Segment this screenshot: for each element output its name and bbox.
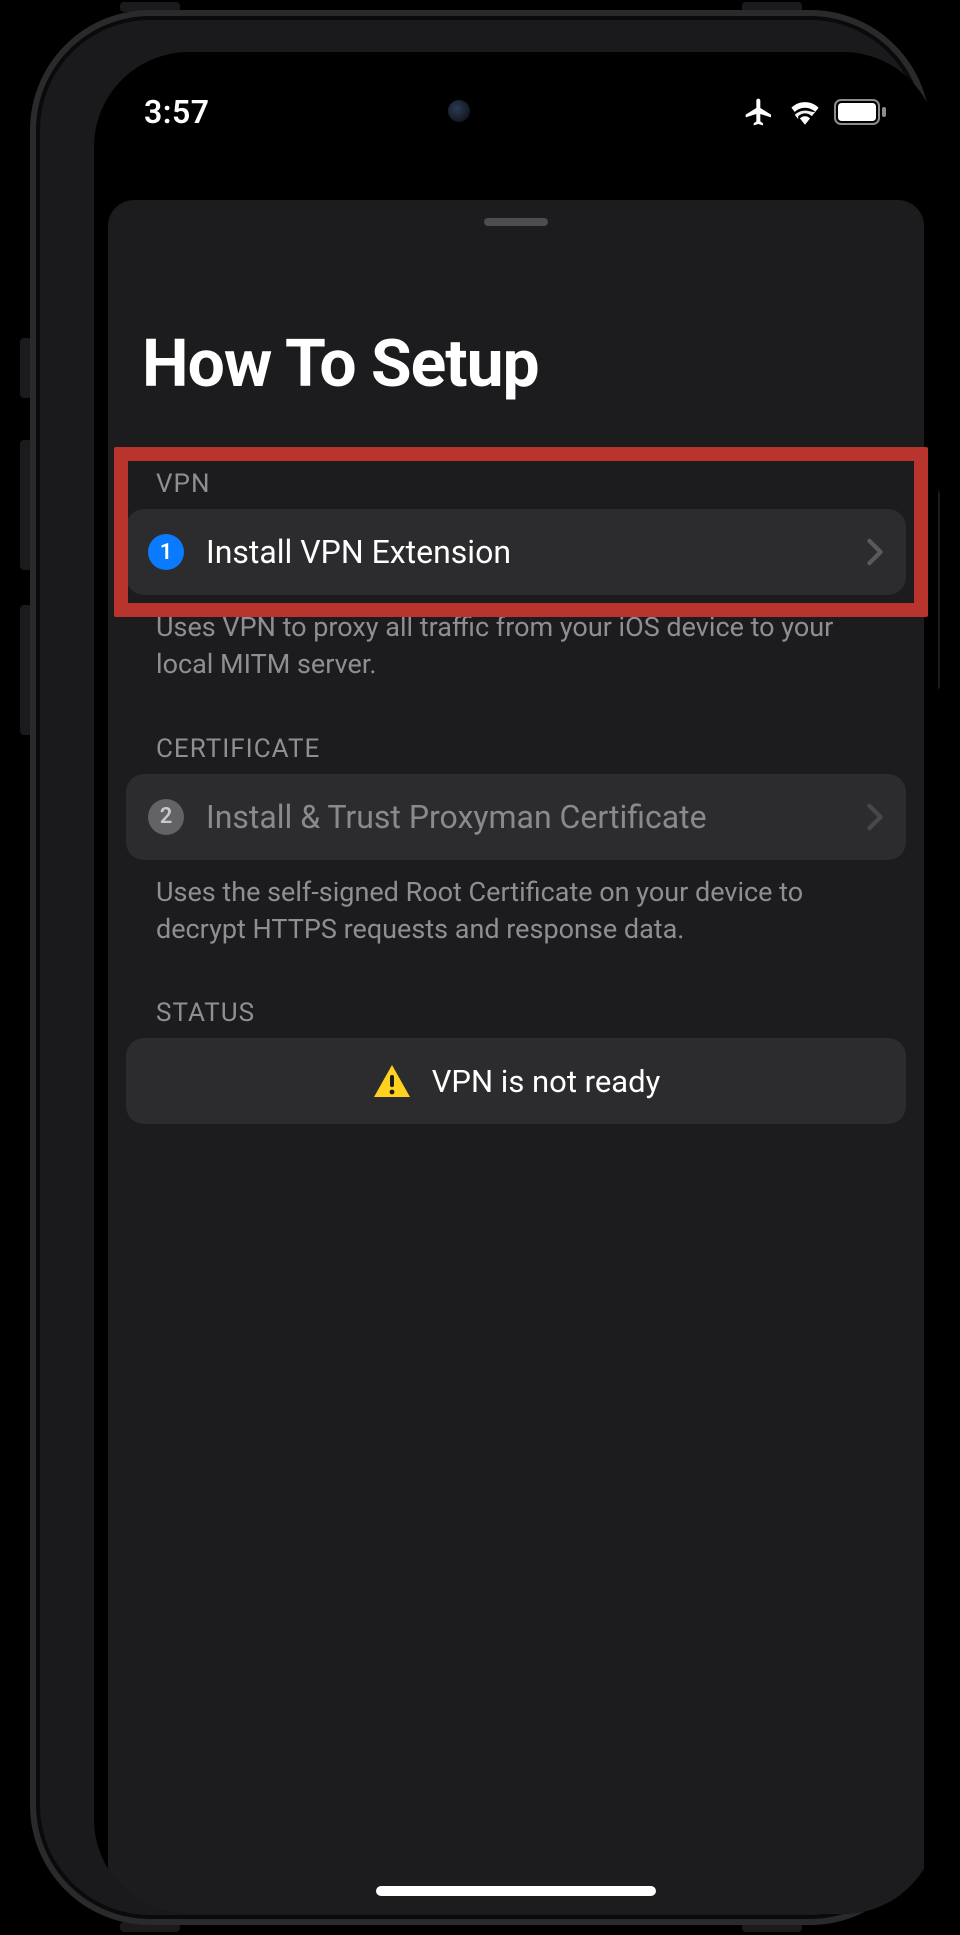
row-label: Install & Trust Proxyman Certificate [206,798,844,836]
vpn-status-row: VPN is not ready [126,1038,906,1124]
section-header-status: STATUS [108,982,924,1038]
status-time: 3:57 [144,73,210,131]
step-number-badge: 2 [148,799,184,835]
sheet-grabber[interactable] [484,218,548,226]
status-indicators [742,76,888,128]
wifi-icon [788,99,822,125]
airplane-mode-icon [742,96,776,128]
step-number: 2 [160,804,173,829]
section-header-certificate: CERTIFICATE [108,718,924,774]
section-footer-certificate: Uses the self-signed Root Certificate on… [108,860,924,983]
row-label: Install VPN Extension [206,533,844,571]
vpn-status-text: VPN is not ready [432,1063,661,1100]
step-number: 1 [160,540,173,565]
install-certificate-row[interactable]: 2 Install & Trust Proxyman Certificate [126,774,906,860]
step-number-badge: 1 [148,534,184,570]
phone-notch [361,52,671,102]
battery-icon [834,99,888,125]
page-title: How To Setup [108,266,924,453]
section-footer-vpn: Uses VPN to proxy all traffic from your … [108,595,924,718]
chevron-right-icon [866,538,884,566]
section-header-vpn: VPN [108,453,924,509]
phone-screen: 3:57 How [94,52,938,1914]
warning-icon [372,1063,412,1099]
install-vpn-extension-row[interactable]: 1 Install VPN Extension [126,509,906,595]
home-indicator[interactable] [376,1886,656,1896]
chevron-right-icon [866,803,884,831]
phone-front-camera [448,100,470,122]
phone-frame: 3:57 How [30,10,930,1925]
setup-sheet[interactable]: How To Setup VPN 1 Install VPN Extension… [108,200,924,1914]
